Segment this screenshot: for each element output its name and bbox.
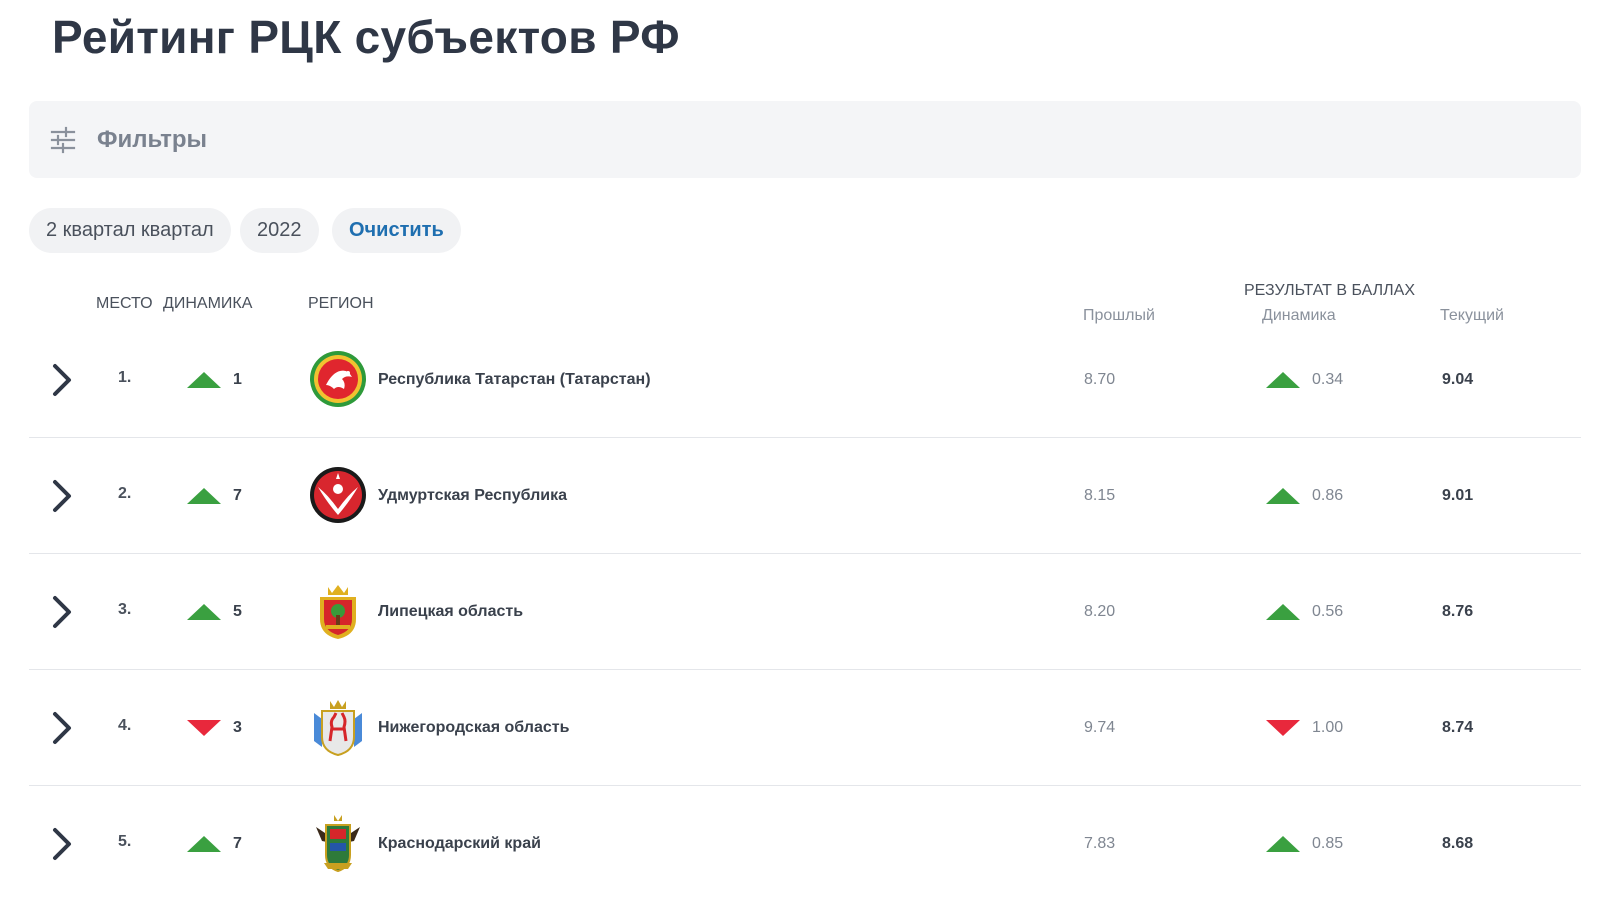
rank-change-value: 7	[233, 486, 242, 504]
place-value: 5.	[118, 833, 132, 850]
region-name[interactable]: Удмуртская Республика	[378, 487, 567, 505]
current-score: 8.76	[1442, 602, 1474, 620]
expand-chevron-icon[interactable]	[49, 826, 75, 862]
table-row[interactable]: 5. 7 Краснодарский край 7.83 0.85 8.68	[29, 786, 1581, 900]
prev-score: 9.74	[1084, 718, 1116, 736]
lipetsk-emblem-icon	[308, 581, 368, 643]
arrow-up-icon	[187, 487, 221, 504]
place-value: 1.	[118, 368, 132, 386]
rank-dynamics: 7	[187, 835, 242, 853]
rank-change-value: 1	[233, 370, 242, 388]
table-row[interactable]: 2. 7 Удмуртская Республика 8.15 0.86 9.0…	[29, 438, 1581, 554]
region-name[interactable]: Республика Татарстан (Татарстан)	[378, 371, 651, 389]
nizhny-novgorod-emblem-icon	[308, 697, 368, 759]
place-value: 4.	[118, 716, 132, 734]
filters-toggle[interactable]: Фильтры	[29, 101, 1581, 178]
table-row[interactable]: 4. 3 Нижегородская область 9.74 1.00 8.7…	[29, 670, 1581, 786]
place-value: 2.	[118, 484, 132, 502]
filter-chip-quarter[interactable]: 2 квартал квартал	[29, 208, 231, 253]
current-score: 8.74	[1442, 718, 1474, 736]
score-dynamics: 0.86	[1266, 487, 1343, 505]
arrow-up-icon	[187, 371, 221, 388]
arrow-up-icon	[1266, 603, 1300, 620]
region-name[interactable]: Нижегородская область	[378, 719, 569, 737]
score-change-value: 0.34	[1312, 370, 1344, 388]
table-row[interactable]: 3. 5 Липецкая область 8.20 0.56 8.76	[29, 554, 1581, 670]
score-change-value: 0.85	[1312, 835, 1344, 852]
place-value: 3.	[118, 600, 132, 618]
filter-chip-year[interactable]: 2022	[240, 208, 319, 253]
current-score: 9.04	[1442, 370, 1474, 388]
header-region[interactable]: РЕГИОН	[308, 295, 374, 313]
expand-chevron-icon[interactable]	[49, 362, 75, 398]
prev-score: 7.83	[1084, 835, 1116, 852]
region-name[interactable]: Липецкая область	[378, 603, 523, 621]
rank-dynamics: 7	[187, 487, 242, 505]
rank-dynamics: 1	[187, 371, 242, 389]
rank-change-value: 7	[233, 835, 242, 852]
krasnodar-emblem-icon	[308, 813, 368, 875]
prev-score: 8.15	[1084, 486, 1116, 504]
sliders-icon	[49, 126, 77, 154]
filters-label: Фильтры	[97, 125, 208, 153]
prev-score: 8.20	[1084, 602, 1116, 620]
arrow-up-icon	[1266, 487, 1300, 504]
rank-change-value: 5	[233, 602, 242, 620]
expand-chevron-icon[interactable]	[49, 594, 75, 630]
arrow-up-icon	[187, 836, 221, 852]
arrow-up-icon	[1266, 836, 1300, 852]
table-row[interactable]: 1. 1 Республика Татарстан (Татарстан) 8.…	[29, 322, 1581, 438]
score-dynamics: 0.34	[1266, 371, 1343, 389]
arrow-down-icon	[1266, 719, 1300, 736]
arrow-up-icon	[1266, 371, 1300, 388]
score-dynamics: 1.00	[1266, 719, 1343, 737]
arrow-down-icon	[187, 719, 221, 736]
expand-chevron-icon[interactable]	[49, 478, 75, 514]
udmurtia-emblem-icon	[308, 465, 368, 527]
rank-dynamics: 3	[187, 719, 242, 737]
arrow-up-icon	[187, 603, 221, 620]
score-dynamics: 0.56	[1266, 603, 1343, 621]
score-change-value: 1.00	[1312, 718, 1344, 736]
rank-change-value: 3	[233, 718, 242, 736]
header-dynamics[interactable]: ДИНАМИКА	[163, 295, 252, 313]
page-title: Рейтинг РЦК субъектов РФ	[52, 11, 680, 63]
rank-dynamics: 5	[187, 603, 242, 621]
current-score: 8.68	[1442, 835, 1474, 852]
tatarstan-emblem-icon	[308, 349, 368, 411]
clear-filters-button[interactable]: Очистить	[332, 208, 461, 253]
score-change-value: 0.86	[1312, 486, 1344, 504]
expand-chevron-icon[interactable]	[49, 710, 75, 746]
score-dynamics: 0.85	[1266, 835, 1343, 853]
prev-score: 8.70	[1084, 370, 1116, 388]
header-score-group: РЕЗУЛЬТАТ В БАЛЛАХ	[1244, 282, 1416, 299]
score-change-value: 0.56	[1312, 602, 1344, 620]
header-place[interactable]: МЕСТО	[96, 295, 153, 313]
region-name[interactable]: Краснодарский край	[378, 835, 541, 853]
current-score: 9.01	[1442, 486, 1474, 504]
